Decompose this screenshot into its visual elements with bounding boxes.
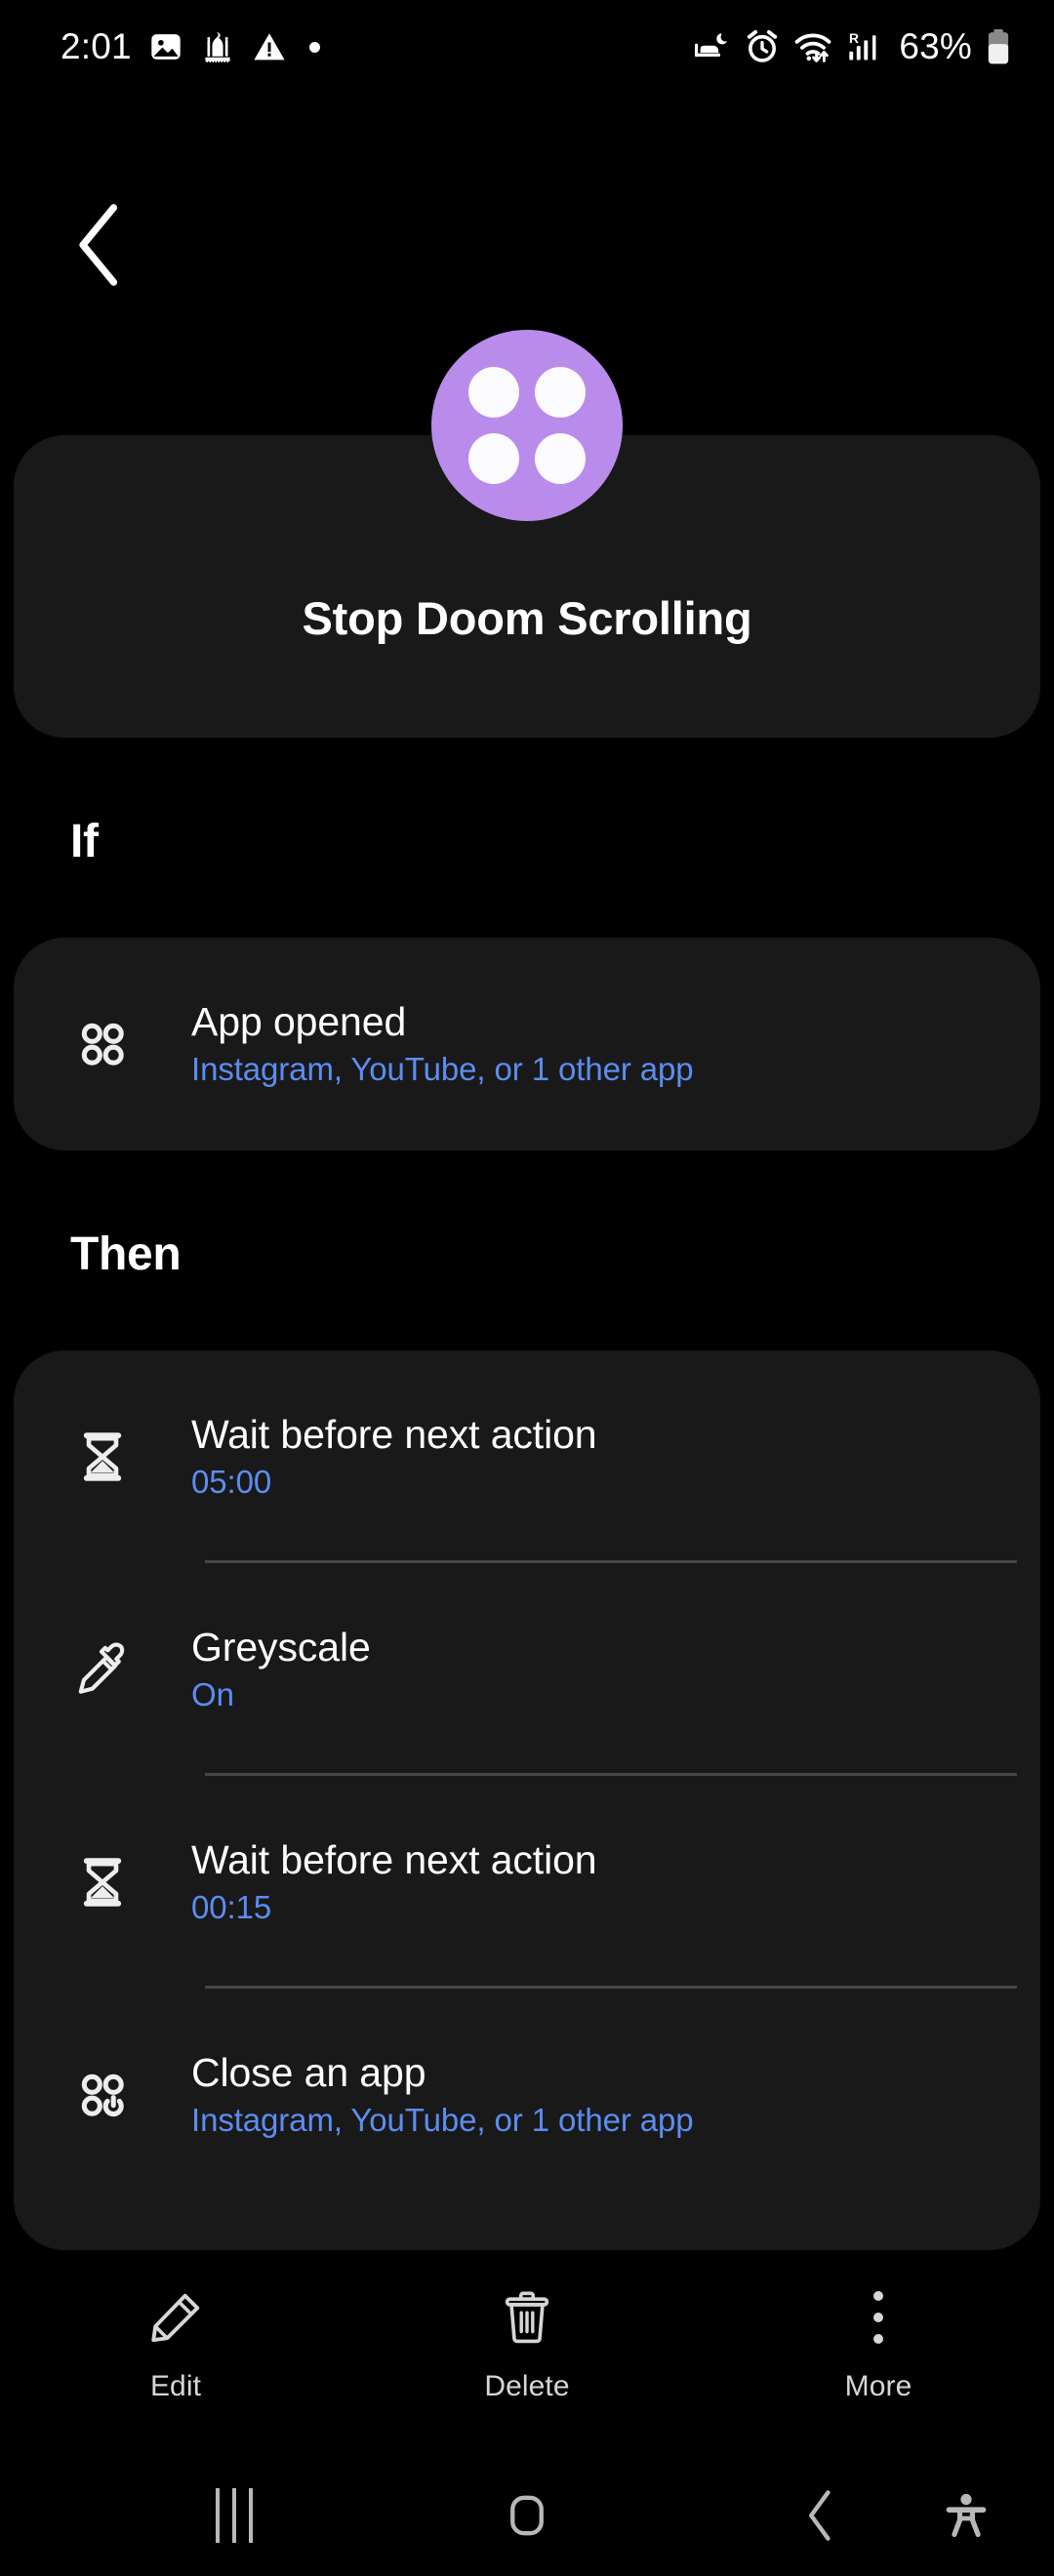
edit-button[interactable]: Edit xyxy=(0,2274,351,2403)
page-title: Stop Doom Scrolling xyxy=(302,592,752,644)
wifi-icon xyxy=(794,33,831,62)
nav-home-button[interactable] xyxy=(468,2454,586,2576)
four-dots-icon xyxy=(468,367,586,484)
section-heading-then: Then xyxy=(70,1228,182,1280)
action-title: Wait before next action xyxy=(191,1836,597,1882)
home-icon xyxy=(510,2495,544,2535)
condition-text-block: App opened Instagram, YouTube, or 1 othe… xyxy=(191,1000,733,1088)
routine-avatar xyxy=(431,330,623,521)
battery-percent-label: 63% xyxy=(899,26,972,66)
nav-back-button[interactable] xyxy=(761,2454,878,2576)
action-text-block: Wait before next action 00:15 xyxy=(191,1838,636,1926)
hourglass-icon xyxy=(14,1776,191,1989)
section-heading-if: If xyxy=(70,816,99,867)
status-bar: 2:01 R 63% xyxy=(0,0,1054,94)
accessibility-icon xyxy=(946,2493,987,2537)
back-icon xyxy=(809,2489,831,2541)
system-navigation-bar xyxy=(0,2454,1054,2576)
action-text-block: Greyscale On xyxy=(191,1626,410,1713)
action-text-block: Close an app Instagram, YouTube, or 1 ot… xyxy=(191,2051,733,2139)
action-subtitle: Instagram, YouTube, or 1 other app xyxy=(191,2102,694,2139)
action-title: Greyscale xyxy=(191,1624,371,1670)
status-bar-right: R 63% xyxy=(692,26,1011,67)
nav-accessibility-button[interactable] xyxy=(908,2454,1025,2576)
then-actions-card: Wait before next action 05:00 Greyscale … xyxy=(14,1350,1040,2250)
condition-title: App opened xyxy=(191,998,407,1044)
delete-button[interactable]: Delete xyxy=(351,2274,703,2403)
nav-recents-button[interactable] xyxy=(176,2454,293,2576)
action-title: Close an app xyxy=(191,2049,426,2095)
trash-icon xyxy=(505,2291,549,2344)
action-row-wait-1[interactable]: Wait before next action 05:00 xyxy=(14,1350,1040,1563)
action-subtitle: On xyxy=(191,1676,234,1713)
bottom-action-bar: Edit Delete More xyxy=(0,2274,1054,2454)
routine-detail-screen: 2:01 R 63% Stop Doom Scrolling If App op… xyxy=(0,0,1054,2576)
sleep-mode-icon xyxy=(695,33,728,58)
more-vertical-icon xyxy=(873,2289,883,2346)
eyedropper-icon xyxy=(14,1563,191,1776)
hourglass-icon xyxy=(14,1350,191,1563)
back-chevron-icon xyxy=(79,204,118,286)
dot-indicator-icon xyxy=(308,41,320,53)
condition-subtitle: Instagram, YouTube, or 1 other app xyxy=(191,1051,694,1088)
delete-label: Delete xyxy=(484,2370,570,2402)
action-row-greyscale[interactable]: Greyscale On xyxy=(14,1563,1040,1776)
status-bar-left: 2:01 xyxy=(61,26,320,67)
warning-icon xyxy=(254,33,285,60)
roaming-signal-icon: R xyxy=(849,31,876,60)
action-row-wait-2[interactable]: Wait before next action 00:15 xyxy=(14,1776,1040,1989)
image-icon xyxy=(151,34,181,60)
svg-text:R: R xyxy=(849,31,859,46)
status-bar-clock: 2:01 xyxy=(61,26,132,66)
battery-icon xyxy=(988,28,1009,64)
if-conditions-card: App opened Instagram, YouTube, or 1 othe… xyxy=(14,938,1040,1150)
edit-label: Edit xyxy=(149,2370,202,2402)
recents-icon xyxy=(216,2487,253,2543)
action-subtitle: 00:15 xyxy=(191,1889,272,1926)
action-title: Wait before next action xyxy=(191,1411,597,1457)
close-app-icon xyxy=(14,1989,191,2201)
more-button[interactable]: More xyxy=(703,2274,1054,2403)
four-circles-icon xyxy=(14,938,191,1150)
condition-row-app-opened[interactable]: App opened Instagram, YouTube, or 1 othe… xyxy=(14,938,1040,1150)
alarm-icon xyxy=(748,29,778,62)
action-row-close-app[interactable]: Close an app Instagram, YouTube, or 1 ot… xyxy=(14,1989,1040,2201)
action-subtitle: 05:00 xyxy=(191,1464,272,1501)
pencil-icon xyxy=(151,2293,200,2343)
mosque-icon xyxy=(205,32,230,62)
more-label: More xyxy=(844,2370,912,2402)
back-button[interactable] xyxy=(47,191,154,299)
action-text-block: Wait before next action 05:00 xyxy=(191,1413,636,1501)
